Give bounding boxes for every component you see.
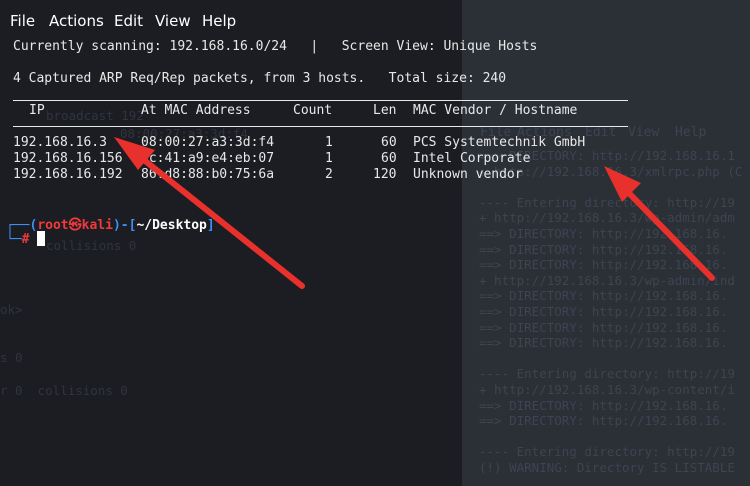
annotation-overlay [114,137,715,289]
arrow-to-vendor-icon [604,166,715,281]
arrow-to-ip-icon [114,137,305,289]
